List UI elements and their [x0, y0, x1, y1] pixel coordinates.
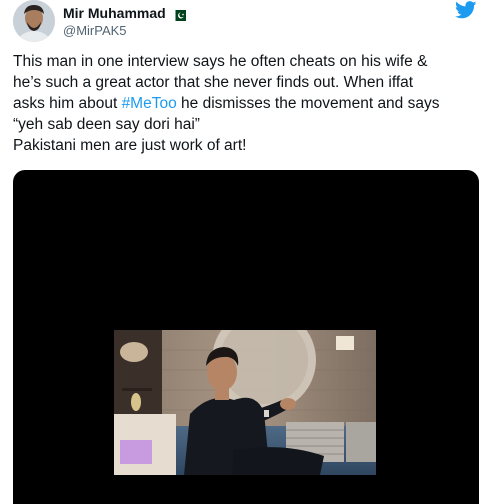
- tweet-text-segment: he dismisses the movement and says: [176, 95, 440, 112]
- author-handle[interactable]: @MirPAK5: [63, 23, 127, 38]
- tweet-text: This man in one interview says he often …: [13, 51, 481, 156]
- tweet-text-line-5: Pakistani men are just work of art!: [13, 137, 247, 154]
- tweet-text-line-2: he’s such a great actor that she never f…: [13, 74, 414, 91]
- twitter-bird-icon[interactable]: [455, 1, 477, 19]
- tweet-text-line-1: This man in one interview says he often …: [13, 53, 428, 70]
- pakistan-flag-icon: [171, 8, 186, 21]
- author-name-row: Mir Muhammad: [63, 4, 186, 22]
- tweet-card: Mir Muhammad @MirPAK5 This man in one in…: [0, 0, 488, 504]
- avatar[interactable]: [13, 0, 55, 42]
- tweet-video[interactable]: [13, 170, 479, 504]
- hashtag-link[interactable]: #MeToo: [122, 95, 177, 112]
- tweet-text-line-3: asks him about #MeToo he dismisses the m…: [13, 93, 481, 114]
- video-frame: [114, 330, 376, 475]
- tweet-text-line-4: “yeh sab deen say dori hai”: [13, 116, 200, 133]
- author-display-name[interactable]: Mir Muhammad: [63, 5, 166, 21]
- tweet-text-segment: asks him about: [13, 95, 122, 112]
